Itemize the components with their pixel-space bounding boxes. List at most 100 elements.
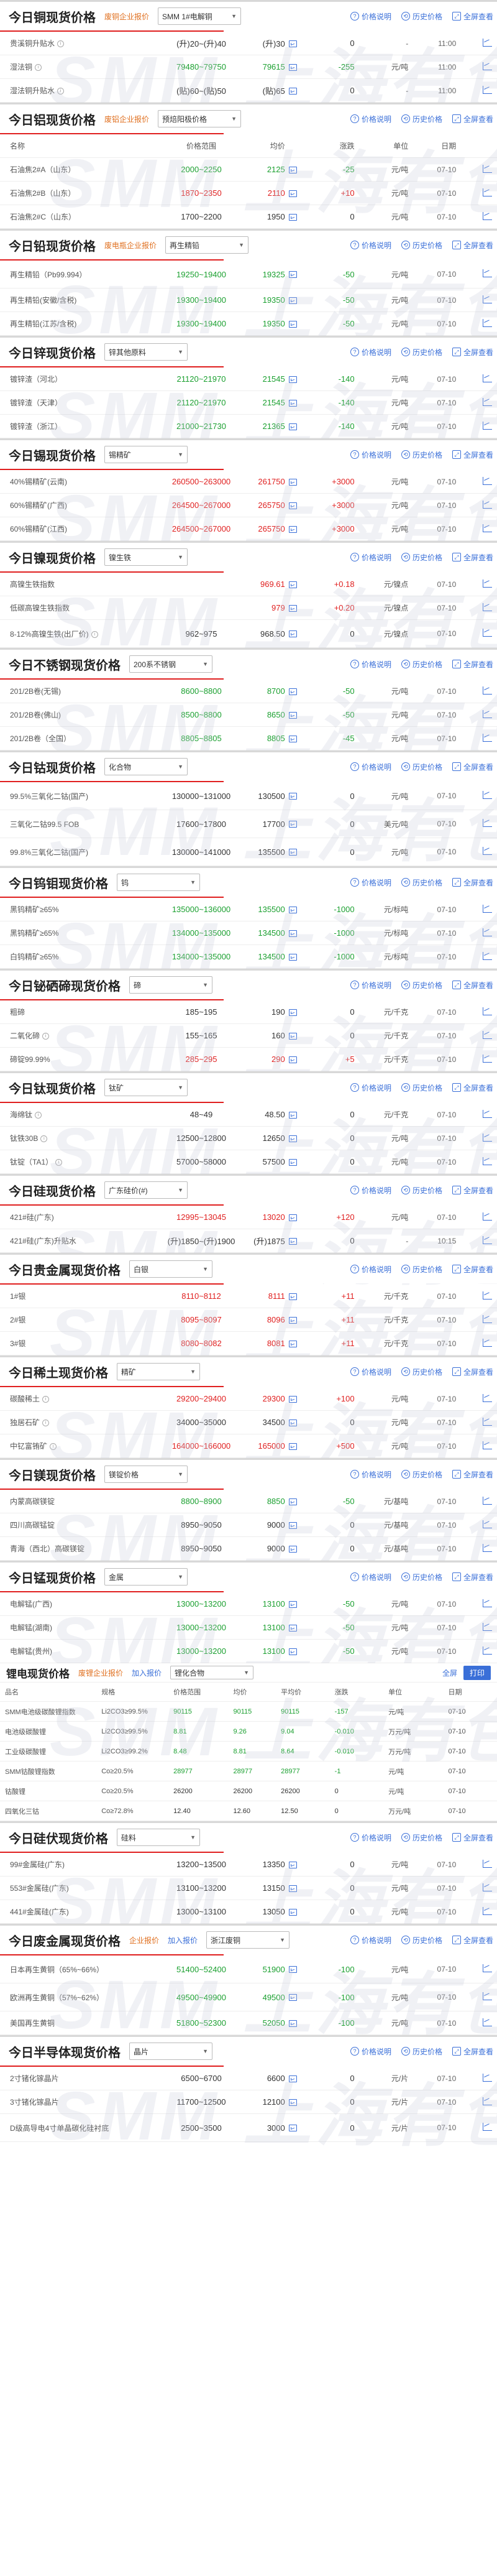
trend-icon[interactable] (483, 295, 492, 303)
history-price-link[interactable]: ⟲ 历史价格 (401, 1264, 442, 1275)
trend-icon[interactable] (483, 1007, 492, 1015)
info-icon[interactable]: i (55, 1159, 63, 1166)
fullscreen-button[interactable]: 全屏 (442, 1668, 457, 1678)
trend-icon[interactable] (483, 686, 492, 695)
price-explain-link[interactable]: ? 价格说明 (350, 11, 391, 22)
trend-icon[interactable] (483, 1543, 492, 1552)
info-icon[interactable]: i (42, 1033, 50, 1040)
chart-box-icon[interactable] (288, 376, 297, 383)
info-icon[interactable]: i (57, 40, 65, 48)
chart-box-icon[interactable] (288, 1994, 297, 2001)
chart-box-icon[interactable] (288, 87, 297, 95)
price-explain-link[interactable]: ? 价格说明 (350, 114, 391, 124)
chart-box-icon[interactable] (288, 1293, 297, 1300)
table-row[interactable]: 石油焦2#A（山东） 2000~2250 2125 -25 元/吨 07-10 (0, 158, 497, 182)
trend-icon[interactable] (483, 1338, 492, 1347)
info-icon[interactable]: i (35, 1112, 42, 1119)
chart-box-icon[interactable] (288, 1624, 297, 1632)
history-price-link[interactable]: ⟲ 历史价格 (401, 877, 442, 888)
table-row[interactable]: 421#硅(广东)升贴水 (升)1850~(升)1900 (升)1875 0 - 10:1… (0, 1229, 497, 1253)
trend-icon[interactable] (483, 2018, 492, 2026)
trend-icon[interactable] (483, 1314, 492, 1323)
trend-icon[interactable] (483, 374, 492, 382)
trend-icon[interactable] (483, 579, 492, 588)
trend-icon[interactable] (483, 2097, 492, 2105)
chart-box-icon[interactable] (288, 1600, 297, 1608)
history-price-link[interactable]: ⟲ 历史价格 (401, 1935, 442, 1946)
trend-icon[interactable] (483, 1622, 492, 1631)
category-select[interactable]: 预焙阳极价格 ▼ (158, 110, 242, 127)
table-row[interactable]: 海绵钛 i 48~49 48.50 0 元/千克 07-10 (0, 1103, 497, 1127)
table-row[interactable]: 2寸锗化镓晶片 6500~6700 6600 0 元/片 07-10 (0, 2067, 497, 2090)
chart-box-icon[interactable] (288, 1214, 297, 1221)
trend-icon[interactable] (483, 1212, 492, 1221)
table-row[interactable]: 日本再生黄铜（65%~66%） 51400~52400 51900 -100 元/吨 07… (0, 1955, 497, 1983)
table-row[interactable]: 镀锌渣（天津） 21120~21970 21545 -140 元/吨 07-10 (0, 391, 497, 415)
table-row[interactable]: 60%锡精矿(广西) 264500~267000 265750 +3000 元/吨 07-… (0, 494, 497, 517)
chart-box-icon[interactable] (288, 1498, 297, 1505)
chart-box-icon[interactable] (288, 1419, 297, 1426)
trend-icon[interactable] (483, 819, 492, 827)
trend-icon[interactable] (483, 1235, 492, 1244)
table-row[interactable]: 99.5%三氧化二钴(国产) 130000~131000 130500 0 元/吨 07-… (0, 782, 497, 810)
info-icon[interactable]: i (91, 630, 98, 638)
price-explain-link[interactable]: ? 价格说明 (350, 980, 391, 990)
lithium-row[interactable]: 钴酸锂 Co≥20.5% 26200 26200 26200 0 元/吨 07-10 (0, 1781, 497, 1801)
history-price-link[interactable]: ⟲ 历史价格 (401, 2046, 442, 2057)
table-row[interactable]: 白钨精矿≥65% 134000~135000 134500 -1000 元/标吨 07-1… (0, 945, 497, 969)
fullscreen-link[interactable]: ⤢ 全屏查看 (452, 980, 493, 990)
category-select[interactable]: 锡精矿 ▼ (104, 446, 188, 463)
chart-box-icon[interactable] (288, 423, 297, 430)
price-explain-link[interactable]: ? 价格说明 (350, 347, 391, 358)
table-row[interactable]: 粗碲 185~195 190 0 元/千克 07-10 (0, 1000, 497, 1024)
fullscreen-link[interactable]: ⤢ 全屏查看 (452, 1185, 493, 1196)
chart-box-icon[interactable] (288, 1908, 297, 1916)
table-row[interactable]: 湿法铜 i 79480~79750 79615 -255 元/吨 11:00 (0, 55, 497, 79)
chart-box-icon[interactable] (288, 525, 297, 533)
chart-box-icon[interactable] (288, 502, 297, 509)
table-row[interactable]: 青海（西北）高碳镁锭 8950~9050 9000 0 元/基吨 07-10 (0, 1537, 497, 1561)
chart-box-icon[interactable] (288, 906, 297, 913)
trend-icon[interactable] (483, 62, 492, 70)
trend-icon[interactable] (483, 211, 492, 220)
trend-icon[interactable] (483, 421, 492, 430)
trend-icon[interactable] (483, 928, 492, 936)
fullscreen-link[interactable]: ⤢ 全屏查看 (452, 1083, 493, 1093)
trend-icon[interactable] (483, 1109, 492, 1118)
table-row[interactable]: D级高导电4寸单晶碳化硅衬底 2500~3500 3000 0 元/片 07-10 (0, 2114, 497, 2142)
price-explain-link[interactable]: ? 价格说明 (350, 1083, 391, 1093)
trend-icon[interactable] (483, 904, 492, 913)
chart-box-icon[interactable] (288, 1111, 297, 1119)
chart-box-icon[interactable] (288, 630, 297, 638)
trend-icon[interactable] (483, 629, 492, 637)
table-row[interactable]: 8-12%高镍生铁(出厂价) i 962~975 968.50 0 元/镍点 07-10 (0, 620, 497, 648)
chart-box-icon[interactable] (288, 2125, 297, 2132)
category-select[interactable]: 200系不锈钢 ▼ (129, 655, 212, 673)
trend-icon[interactable] (483, 38, 492, 47)
fullscreen-link[interactable]: ⤢ 全屏查看 (452, 11, 493, 22)
table-row[interactable]: 201/2B卷(佛山) 8500~8800 8650 -50 元/吨 07-10 (0, 703, 497, 727)
chart-box-icon[interactable] (288, 1135, 297, 1142)
trend-icon[interactable] (483, 1417, 492, 1426)
fullscreen-link[interactable]: ⤢ 全屏查看 (452, 1367, 493, 1377)
trend-icon[interactable] (483, 500, 492, 509)
table-row[interactable]: 黑钨精矿≥65% 134000~135000 134500 -1000 元/标吨 07-1… (0, 921, 497, 945)
chart-box-icon[interactable] (288, 478, 297, 486)
chart-box-icon[interactable] (288, 821, 297, 828)
fullscreen-link[interactable]: ⤢ 全屏查看 (452, 1264, 493, 1275)
table-row[interactable]: 电解锰(湖南) 13000~13200 13100 -50 元/吨 07-10 (0, 1616, 497, 1640)
table-row[interactable]: 碳酸稀土 i 29200~29400 29300 +100 元/吨 07-10 (0, 1387, 497, 1411)
trend-icon[interactable] (483, 1156, 492, 1165)
trend-icon[interactable] (483, 733, 492, 742)
table-row[interactable]: 石油焦2#B（山东） 1870~2350 2110 +10 元/吨 07-10 (0, 182, 497, 205)
category-select[interactable]: 广东硅价(#) ▼ (104, 1181, 188, 1199)
table-row[interactable]: 60%锡精矿(江西) 264500~267000 265750 +3000 元/吨 07-… (0, 517, 497, 541)
chart-box-icon[interactable] (288, 1340, 297, 1347)
info-icon[interactable]: i (42, 1420, 50, 1427)
chart-box-icon[interactable] (288, 1032, 297, 1040)
trend-icon[interactable] (483, 397, 492, 406)
info-icon[interactable]: i (40, 1135, 48, 1143)
table-row[interactable]: 内蒙高碳镁锭 8800~8900 8850 -50 元/基吨 07-10 (0, 1490, 497, 1513)
price-explain-link[interactable]: ? 价格说明 (350, 1367, 391, 1377)
category-select[interactable]: 碲 ▼ (129, 976, 212, 994)
